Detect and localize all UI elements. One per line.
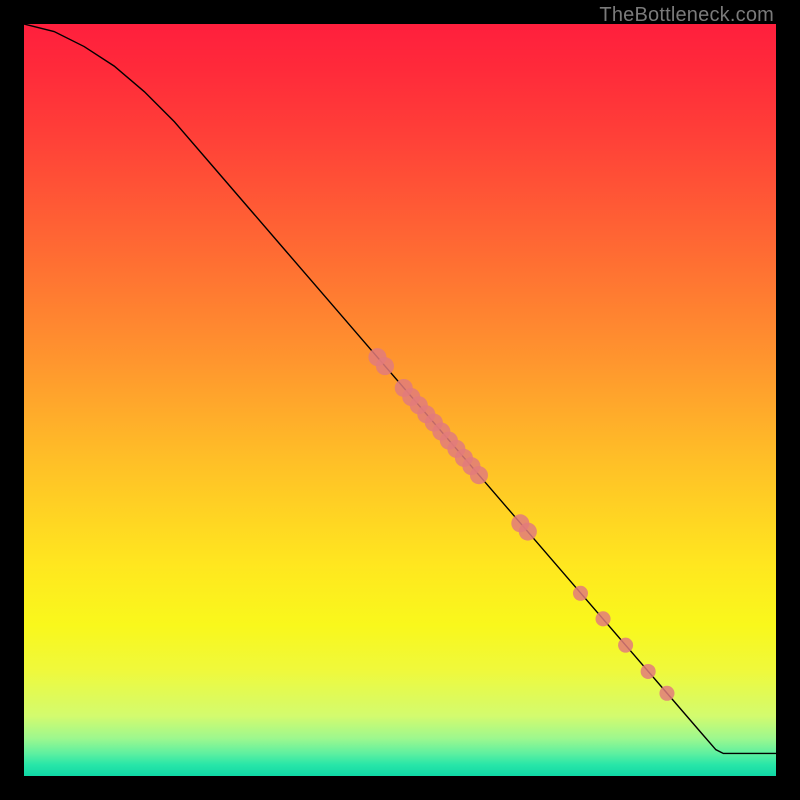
data-point: [596, 611, 611, 626]
data-point: [519, 523, 537, 541]
data-point: [618, 638, 633, 653]
data-point: [641, 664, 656, 679]
chart-frame: TheBottleneck.com: [0, 0, 800, 800]
plot-area: [24, 24, 776, 776]
data-points-group: [368, 348, 674, 701]
data-point: [573, 586, 588, 601]
data-point: [470, 466, 488, 484]
chart-svg: [24, 24, 776, 776]
data-point: [659, 686, 674, 701]
data-point: [376, 357, 394, 375]
